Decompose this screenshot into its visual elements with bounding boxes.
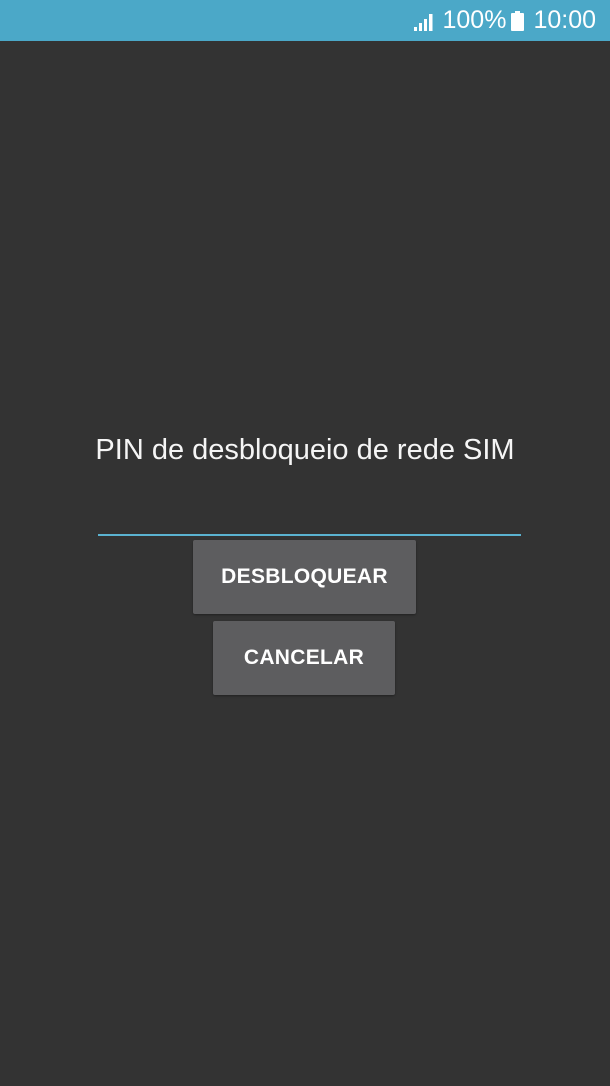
battery-percentage: 100% — [442, 6, 507, 34]
pin-input[interactable] — [98, 496, 521, 536]
status-bar: 100% 10:00 — [0, 0, 610, 41]
sim-network-unlock-screen: 100% 10:00 PIN de desbloqueio de rede SI… — [0, 0, 610, 1086]
battery-full-icon — [511, 11, 525, 31]
cancel-button[interactable]: CANCELAR — [213, 621, 395, 695]
dialog-title: PIN de desbloqueio de rede SIM — [95, 434, 515, 466]
unlock-button[interactable]: DESBLOQUEAR — [193, 540, 416, 614]
status-time: 10:00 — [533, 6, 596, 34]
signal-bars-icon — [414, 13, 433, 31]
